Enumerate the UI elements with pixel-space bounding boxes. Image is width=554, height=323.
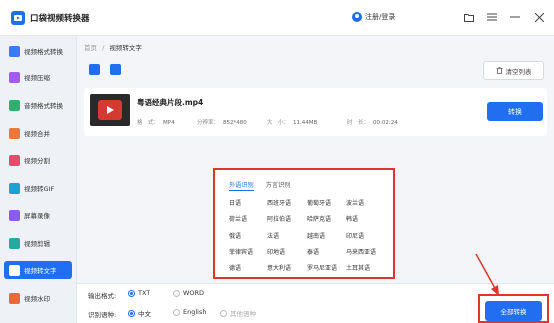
merge-icon — [9, 127, 20, 139]
sidebar-item-label: 视频合并 — [24, 130, 50, 138]
language-option[interactable]: 法语 — [267, 231, 279, 240]
language-option[interactable]: 越南语 — [307, 231, 325, 240]
sidebar-item-screen-record[interactable]: 屏幕录像 — [4, 206, 72, 224]
language-option[interactable]: 波兰语 — [346, 198, 364, 207]
breadcrumb-current: 视频转文字 — [109, 44, 142, 52]
radio-dot — [128, 289, 135, 297]
radio-label: English — [183, 308, 207, 316]
radio-txt[interactable]: TXT — [128, 289, 150, 297]
file-format: 格 式： MP4 — [137, 120, 175, 126]
text-icon — [9, 264, 20, 276]
language-option[interactable]: 菲律宾语 — [229, 247, 253, 256]
language-option[interactable]: 俄语 — [229, 231, 241, 240]
sidebar-item-video-split[interactable]: 视频分割 — [4, 151, 72, 169]
clear-list-label: 清空列表 — [505, 67, 532, 76]
sidebar-item-video-edit[interactable]: 视频剪辑 — [4, 234, 72, 252]
menu-icon[interactable] — [485, 10, 499, 24]
file-name: 粤语经典片段.mp4 — [137, 98, 204, 107]
sidebar-item-video-compress[interactable]: 视频压缩 — [4, 68, 72, 86]
record-icon — [9, 209, 20, 221]
file-duration: 时 长： 00:02:24 — [347, 120, 398, 126]
radio-label: WORD — [183, 289, 205, 297]
file-row: 粤语经典片段.mp4 格 式： MP4 分辨率： 852*480 大 小： 11.44… — [84, 88, 547, 136]
add-file-icon[interactable] — [89, 64, 100, 75]
gif-icon — [9, 182, 20, 194]
sidebar-item-label: 视频水印 — [24, 295, 50, 303]
split-icon — [9, 154, 20, 166]
breadcrumb-home[interactable]: 首页 — [84, 44, 97, 52]
language-option[interactable]: 德语 — [229, 263, 241, 272]
sidebar-item-label: 屏幕录像 — [24, 212, 50, 220]
language-option[interactable]: 印地语 — [267, 247, 285, 256]
output-format-label: 输出格式: — [88, 292, 117, 300]
language-option[interactable]: 土耳其语 — [346, 263, 370, 272]
file-size: 大 小： 11.44MB — [267, 120, 318, 126]
sidebar-item-label: 视频压缩 — [24, 74, 50, 82]
sidebar-item-video-watermark[interactable]: 视频水印 — [4, 289, 72, 307]
sidebar-item-label: 视频转GIF — [24, 185, 55, 193]
sidebar-item-label: 视频剪辑 — [24, 240, 50, 248]
login-label: 注册/登录 — [365, 13, 396, 21]
language-option[interactable]: 印尼语 — [346, 231, 364, 240]
language-option[interactable]: 哈萨克语 — [307, 214, 331, 223]
watermark-icon — [9, 292, 20, 304]
close-icon[interactable] — [532, 10, 546, 24]
app-title: 口袋视频转换器 — [30, 14, 90, 24]
title-bar: 口袋视频转换器 注册/登录 — [0, 0, 554, 36]
sidebar-item-label: 视频分割 — [24, 157, 50, 165]
language-option[interactable]: 荷兰语 — [229, 214, 247, 223]
breadcrumb-separator: / — [102, 44, 105, 52]
tab-foreign-language[interactable]: 外语识别 — [229, 180, 254, 191]
compress-icon — [9, 71, 20, 83]
language-option[interactable]: 泰语 — [307, 247, 319, 256]
sidebar-item-label: 音频格式转换 — [24, 102, 63, 110]
sidebar-item-label: 视频格式转换 — [24, 48, 63, 56]
language-tabs: 外语识别 方言识别 — [229, 180, 291, 191]
language-popup: 外语识别 方言识别 日语 西班牙语 葡萄牙语 波兰语 荷兰语 阿拉伯语 哈萨克语… — [213, 168, 395, 279]
language-option[interactable]: 马来西亚语 — [346, 247, 376, 256]
language-option[interactable]: 西班牙语 — [267, 198, 291, 207]
radio-chinese[interactable]: 中文 — [128, 308, 151, 318]
convert-all-button[interactable]: 全部转换 — [485, 301, 542, 321]
sidebar-item-video-merge[interactable]: 视频合并 — [4, 124, 72, 142]
language-option[interactable]: 阿拉伯语 — [267, 214, 291, 223]
tab-dialect[interactable]: 方言识别 — [266, 180, 291, 191]
radio-dot — [173, 289, 180, 297]
breadcrumb: 首页 / 视频转文字 — [84, 42, 142, 52]
video-thumbnail — [90, 94, 130, 126]
sidebar-item-video-to-gif[interactable]: 视频转GIF — [4, 179, 72, 197]
radio-dot — [220, 309, 227, 317]
add-folder-icon[interactable] — [110, 64, 121, 75]
login-button[interactable]: 注册/登录 — [352, 12, 395, 22]
recognize-language-label: 识别语种: — [88, 311, 117, 319]
radio-english[interactable]: English — [173, 308, 206, 316]
radio-dot — [173, 308, 180, 316]
sidebar-item-label: 视频转文字 — [24, 267, 57, 275]
radio-label: 中文 — [138, 310, 151, 318]
file-resolution: 分辨率： 852*480 — [197, 120, 247, 126]
minimize-icon[interactable] — [508, 10, 522, 24]
radio-other-language[interactable]: 其他语种 — [220, 308, 256, 318]
convert-button[interactable]: 转换 — [487, 102, 543, 121]
radio-label: TXT — [138, 289, 151, 297]
audio-icon — [9, 99, 20, 111]
clear-list-button[interactable]: 清空列表 — [483, 61, 544, 80]
language-option[interactable]: 韩语 — [346, 214, 358, 223]
radio-label: 其他语种 — [230, 310, 256, 318]
language-option[interactable]: 意大利语 — [267, 263, 291, 272]
folder-icon[interactable] — [462, 10, 476, 24]
radio-word[interactable]: WORD — [173, 289, 204, 297]
sidebar-item-video-to-text[interactable]: 视频转文字 — [4, 261, 72, 279]
language-option[interactable]: 日语 — [229, 198, 241, 207]
user-icon — [352, 12, 362, 22]
sidebar-item-audio-format-convert[interactable]: 音频格式转换 — [4, 96, 72, 114]
radio-dot — [128, 309, 135, 317]
language-option[interactable]: 葡萄牙语 — [307, 198, 331, 207]
video-convert-icon — [9, 45, 20, 57]
trash-icon — [496, 67, 502, 74]
language-option[interactable]: 罗马尼亚语 — [307, 263, 337, 272]
sidebar-item-video-format-convert[interactable]: 视频格式转换 — [4, 42, 72, 60]
edit-icon — [9, 237, 20, 249]
app-logo-icon — [11, 11, 25, 25]
